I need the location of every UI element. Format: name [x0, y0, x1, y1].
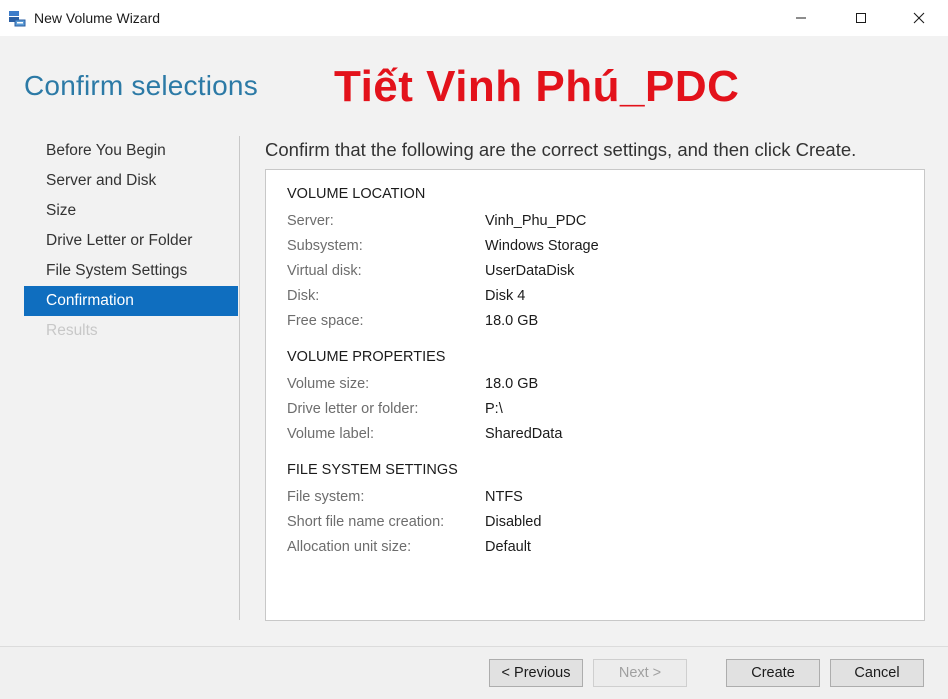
- nav-item-file-system-settings[interactable]: File System Settings: [24, 256, 238, 286]
- summary-row: Subsystem: Windows Storage: [287, 234, 903, 259]
- row-value: Windows Storage: [485, 238, 599, 254]
- nav-item-drive-letter-or-folder[interactable]: Drive Letter or Folder: [24, 226, 238, 256]
- row-key: Disk:: [287, 288, 320, 304]
- row-key: Drive letter or folder:: [287, 401, 419, 417]
- section-file-system-settings: FILE SYSTEM SETTINGS File system: NTFS Sh…: [287, 460, 903, 560]
- summary-row: Drive letter or folder: P:\: [287, 397, 903, 422]
- maximize-icon: [856, 13, 866, 23]
- nav-item-confirmation[interactable]: Confirmation: [24, 286, 238, 316]
- minimize-button[interactable]: [770, 0, 832, 36]
- section-title: VOLUME LOCATION: [287, 186, 426, 202]
- row-key: Server:: [287, 213, 334, 229]
- row-value: NTFS: [485, 489, 523, 505]
- summary-row: File system: NTFS: [287, 485, 903, 510]
- summary-row: Volume label: SharedData: [287, 422, 903, 447]
- section-title: VOLUME PROPERTIES: [287, 349, 446, 365]
- row-value: SharedData: [485, 426, 563, 442]
- summary-row: Allocation unit size: Default: [287, 535, 903, 560]
- title-bar: New Volume Wizard: [0, 0, 948, 36]
- section-volume-location: VOLUME LOCATION Server: Vinh_Phu_PDC Subs…: [287, 184, 903, 334]
- row-value: Vinh_Phu_PDC: [485, 213, 587, 229]
- row-key: Allocation unit size:: [287, 539, 412, 555]
- page-title: Confirm selections: [24, 70, 258, 101]
- row-key: Volume label:: [287, 426, 375, 442]
- row-key: Virtual disk:: [287, 263, 362, 279]
- summary-row: Short file name creation: Disabled: [287, 510, 903, 535]
- nav-item-size[interactable]: Size: [24, 196, 238, 226]
- row-key: Subsystem:: [287, 238, 363, 254]
- volume-wizard-icon: [8, 9, 26, 27]
- summary-row: Volume size: 18.0 GB: [287, 372, 903, 397]
- watermark-text: Tiết Vinh Phú_PDC: [334, 62, 740, 111]
- row-key: Free space:: [287, 313, 364, 329]
- nav-item-before-you-begin[interactable]: Before You Begin: [24, 136, 238, 166]
- row-key: Volume size:: [287, 376, 370, 392]
- nav-divider: [239, 136, 240, 620]
- summary-row: Server: Vinh_Phu_PDC: [287, 209, 903, 234]
- nav-item-results: Results: [46, 322, 98, 339]
- row-value: Disabled: [485, 514, 542, 530]
- maximize-button[interactable]: [830, 0, 892, 36]
- settings-summary: VOLUME LOCATION Server: Vinh_Phu_PDC Subs…: [265, 169, 925, 621]
- row-key: File system:: [287, 489, 365, 505]
- row-value: 18.0 GB: [485, 313, 539, 329]
- row-key: Short file name creation:: [287, 514, 445, 530]
- close-icon: [913, 12, 925, 24]
- next-button: Next >: [593, 659, 687, 687]
- create-button[interactable]: Create: [726, 659, 820, 687]
- row-value: Disk 4: [485, 288, 526, 304]
- instruction-text: Confirm that the following are the corre…: [265, 139, 857, 160]
- window-title: New Volume Wizard: [34, 10, 161, 26]
- wizard-content: Confirm selections Tiết Vinh Phú_PDC Bef…: [0, 36, 948, 646]
- summary-row: Disk: Disk 4: [287, 284, 903, 309]
- section-title: FILE SYSTEM SETTINGS: [287, 462, 458, 478]
- section-volume-properties: VOLUME PROPERTIES Volume size: 18.0 GB Dr…: [287, 347, 903, 447]
- cancel-button[interactable]: Cancel: [830, 659, 924, 687]
- row-value: P:\: [485, 401, 503, 417]
- nav-item-server-and-disk[interactable]: Server and Disk: [24, 166, 238, 196]
- row-value: 18.0 GB: [485, 376, 539, 392]
- minimize-icon: [796, 17, 806, 19]
- summary-row: Free space: 18.0 GB: [287, 309, 903, 334]
- row-value: UserDataDisk: [485, 263, 575, 279]
- wizard-nav: Before You Begin Server and Disk Size Dr…: [24, 136, 238, 346]
- previous-button[interactable]: < Previous: [489, 659, 583, 687]
- wizard-footer: < Previous Next > Create Cancel: [0, 646, 948, 699]
- summary-row: Virtual disk: UserDataDisk: [287, 259, 903, 284]
- row-value: Default: [485, 539, 531, 555]
- close-button[interactable]: [888, 0, 948, 36]
